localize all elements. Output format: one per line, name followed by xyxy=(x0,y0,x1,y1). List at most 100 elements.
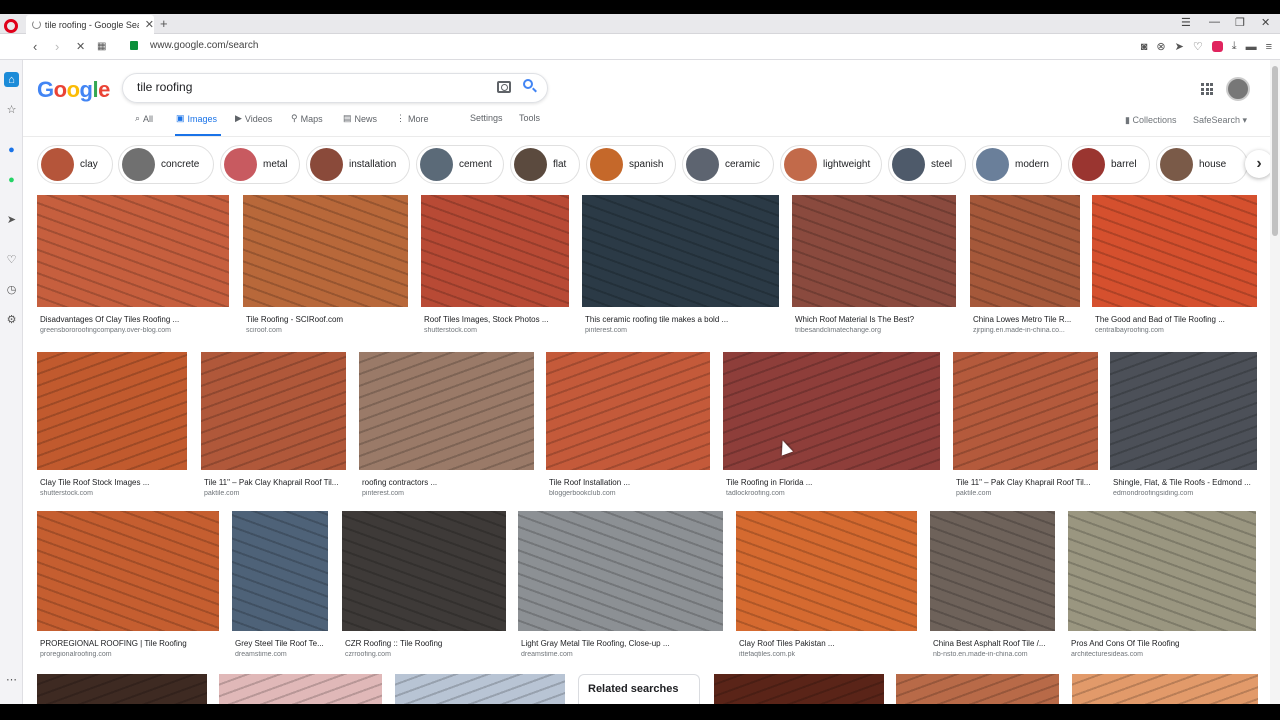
result-caption[interactable]: China Best Asphalt Roof Tile /... xyxy=(933,639,1054,648)
result-caption[interactable]: CZR Roofing :: Tile Roofing xyxy=(345,639,505,648)
result-thumbnail[interactable] xyxy=(37,674,207,704)
result-thumbnail[interactable] xyxy=(896,674,1059,704)
image-result[interactable]: Disadvantages Of Clay Tiles Roofing ... g… xyxy=(37,195,229,339)
tab-menu-icon[interactable]: ☰ xyxy=(1181,16,1191,29)
heart-icon[interactable]: ♡ xyxy=(1193,40,1203,53)
image-result[interactable]: Roof Tiles Images, Stock Photos ... shutt… xyxy=(421,195,569,339)
image-result[interactable] xyxy=(37,674,207,704)
tab-maps[interactable]: ⚲ Maps xyxy=(291,113,323,124)
tab-news[interactable]: ▤ News xyxy=(343,113,377,124)
maximize-icon[interactable]: ❐ xyxy=(1235,16,1245,29)
result-thumbnail[interactable] xyxy=(201,352,346,470)
result-source[interactable]: architecturesideas.com xyxy=(1071,651,1255,658)
result-caption[interactable]: roofing contractors ... xyxy=(362,478,533,487)
result-source[interactable]: ittefaqtiles.com.pk xyxy=(739,651,916,658)
google-logo[interactable]: Google xyxy=(37,77,110,103)
result-caption[interactable]: Clay Tile Roof Stock Images ... xyxy=(40,478,186,487)
result-thumbnail[interactable] xyxy=(1110,352,1257,470)
result-source[interactable]: nb-nsto.en.made-in-china.com xyxy=(933,651,1054,658)
whatsapp-icon[interactable]: ● xyxy=(4,172,19,187)
image-result[interactable]: China Lowes Metro Tile R... zjrping.en.ma… xyxy=(970,195,1080,339)
result-caption[interactable]: Shingle, Flat, & Tile Roofs - Edmond ... xyxy=(1113,478,1256,487)
result-source[interactable]: czrroofing.com xyxy=(345,651,505,658)
safesearch-toggle[interactable]: SafeSearch ▾ xyxy=(1193,115,1247,126)
chevron-right-icon[interactable]: › xyxy=(1245,150,1273,178)
result-thumbnail[interactable] xyxy=(37,352,187,470)
image-result[interactable]: Tile Roof Installation ... bloggerbookclu… xyxy=(546,352,710,502)
chip-barrel[interactable]: barrel xyxy=(1068,145,1150,184)
result-thumbnail[interactable] xyxy=(421,195,569,307)
tab-images[interactable]: ▣ Images xyxy=(176,113,217,124)
result-source[interactable]: greensbororoofingcompany.over-blog.com xyxy=(40,327,228,334)
image-result[interactable] xyxy=(219,674,382,704)
image-result[interactable] xyxy=(1072,674,1258,704)
image-result[interactable]: This ceramic roofing tile makes a bold .… xyxy=(582,195,779,339)
account-avatar[interactable] xyxy=(1226,77,1250,101)
result-thumbnail[interactable] xyxy=(714,674,884,704)
snapshot-icon[interactable]: ◙ xyxy=(1141,41,1148,53)
image-result[interactable]: Light Gray Metal Tile Roofing, Close-up … xyxy=(518,511,723,663)
easy-setup-icon[interactable]: ≡ xyxy=(1266,41,1272,53)
result-source[interactable]: dreamstime.com xyxy=(521,651,722,658)
image-result[interactable]: Pros And Cons Of Tile Roofing architectur… xyxy=(1068,511,1256,663)
result-caption[interactable]: PROREGIONAL ROOFING | Tile Roofing xyxy=(40,639,218,648)
chip-modern[interactable]: modern xyxy=(972,145,1062,184)
result-source[interactable]: dreamstime.com xyxy=(235,651,327,658)
result-source[interactable]: bloggerbookclub.com xyxy=(549,490,709,497)
chip-spanish[interactable]: spanish xyxy=(586,145,676,184)
more-icon[interactable]: ⋯ xyxy=(4,672,19,687)
result-source[interactable]: paktile.com xyxy=(204,490,345,497)
image-result[interactable]: PROREGIONAL ROOFING | Tile Roofing proreg… xyxy=(37,511,219,663)
personal-news-icon[interactable]: ♡ xyxy=(4,252,19,267)
chip-house[interactable]: house xyxy=(1156,145,1248,184)
result-source[interactable]: tadlockroofing.com xyxy=(726,490,939,497)
forward-icon[interactable]: › xyxy=(55,39,59,54)
browser-tab[interactable]: tile roofing - Google Search ✕ xyxy=(26,15,154,34)
result-caption[interactable]: This ceramic roofing tile makes a bold .… xyxy=(585,315,778,324)
home-icon[interactable]: ⌂ xyxy=(4,72,19,87)
image-result[interactable]: Which Roof Material Is The Best? tribesan… xyxy=(792,195,956,339)
result-thumbnail[interactable] xyxy=(1092,195,1257,307)
result-thumbnail[interactable] xyxy=(232,511,328,631)
image-result[interactable]: CZR Roofing :: Tile Roofingczrroofing.co… xyxy=(342,511,506,663)
result-thumbnail[interactable] xyxy=(37,511,219,631)
chip-ceramic[interactable]: ceramic xyxy=(682,145,774,184)
result-thumbnail[interactable] xyxy=(219,674,382,704)
image-result[interactable]: Tile 11" – Pak Clay Khaprail Roof Til...… xyxy=(953,352,1098,502)
result-source[interactable]: shutterstock.com xyxy=(424,327,568,334)
page-scrollbar[interactable] xyxy=(1270,60,1280,704)
google-apps-icon[interactable] xyxy=(1201,83,1213,95)
speed-dial-icon[interactable]: ▦ xyxy=(97,41,106,52)
image-result[interactable]: Shingle, Flat, & Tile Roofs - Edmond ...… xyxy=(1110,352,1257,502)
search-by-image-icon[interactable] xyxy=(497,81,511,93)
result-caption[interactable]: China Lowes Metro Tile R... xyxy=(973,315,1079,324)
history-icon[interactable]: ◷ xyxy=(4,282,19,297)
battery-icon[interactable]: ▬ xyxy=(1246,41,1257,53)
chip-cement[interactable]: cement xyxy=(416,145,504,184)
result-source[interactable]: shutterstock.com xyxy=(40,490,186,497)
image-result[interactable] xyxy=(714,674,884,704)
tools-link[interactable]: Tools xyxy=(519,113,540,123)
image-result[interactable]: China Best Asphalt Roof Tile /... nb-nsto… xyxy=(930,511,1055,663)
chip-lightweight[interactable]: lightweight xyxy=(780,145,882,184)
url-field[interactable]: www.google.com/search xyxy=(150,40,258,51)
result-caption[interactable]: Grey Steel Tile Roof Te... xyxy=(235,639,327,648)
search-input[interactable] xyxy=(137,80,467,94)
result-source[interactable]: paktile.com xyxy=(956,490,1097,497)
result-source[interactable]: tribesandclimatechange.org xyxy=(795,327,955,334)
opera-menu-icon[interactable] xyxy=(4,19,18,33)
result-thumbnail[interactable] xyxy=(736,511,917,631)
result-caption[interactable]: Light Gray Metal Tile Roofing, Close-up … xyxy=(521,639,722,648)
result-caption[interactable]: Tile 11" – Pak Clay Khaprail Roof Til... xyxy=(204,478,345,487)
minimize-icon[interactable]: — xyxy=(1209,16,1220,28)
chip-installation[interactable]: installation xyxy=(306,145,410,184)
image-result[interactable]: roofing contractors ... pinterest.com xyxy=(359,352,534,502)
collections-link[interactable]: ▮ Collections xyxy=(1125,115,1176,126)
result-thumbnail[interactable] xyxy=(37,195,229,307)
image-result[interactable] xyxy=(395,674,565,704)
search-icon[interactable] xyxy=(523,79,537,93)
result-thumbnail[interactable] xyxy=(243,195,408,307)
result-thumbnail[interactable] xyxy=(359,352,534,470)
chip-steel[interactable]: steel xyxy=(888,145,966,184)
tab-all[interactable]: ⌕ All xyxy=(135,113,153,124)
